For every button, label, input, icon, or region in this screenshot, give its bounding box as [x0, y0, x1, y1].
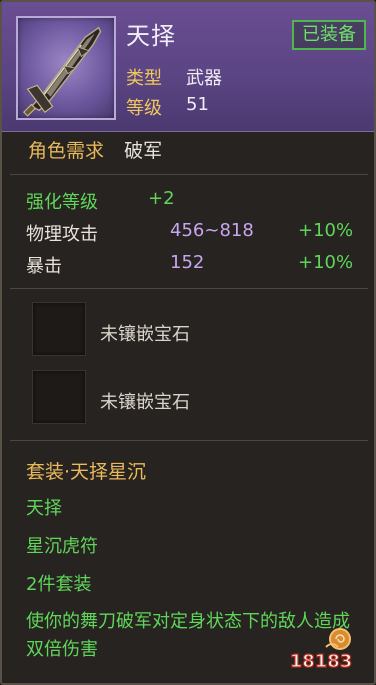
stat-value-physical-attack: 456~818 — [170, 220, 254, 241]
requirement-label: 角色需求 — [28, 140, 105, 162]
gem-socket-label: 未镶嵌宝石 — [100, 392, 190, 413]
stat-bonus-physical-attack: +10% — [298, 220, 354, 241]
stat-value-crit: 152 — [170, 252, 205, 273]
item-header: 天择 已装备 类型 武器 等级 51 — [2, 2, 374, 132]
gem-socket-label: 未镶嵌宝石 — [100, 324, 190, 345]
stat-label-physical-attack: 物理攻击 — [26, 224, 98, 245]
set-bonus-label: 2件套装 — [26, 574, 92, 595]
item-name: 天择 — [126, 22, 176, 50]
divider — [10, 440, 368, 441]
set-piece: 星沉虎符 — [26, 536, 98, 557]
set-title: 套装·天择星沉 — [26, 461, 147, 483]
set-piece: 天择 — [26, 498, 62, 519]
snail-logo-icon: 18183 — [289, 628, 353, 671]
watermark-text: 18183 — [290, 651, 353, 671]
gem-socket-1[interactable] — [32, 302, 86, 356]
stat-bonus-crit: +10% — [298, 252, 354, 273]
divider — [10, 288, 368, 289]
level-value: 51 — [186, 94, 209, 115]
enhance-label: 强化等级 — [26, 192, 98, 213]
requirement-row: 角色需求 破军 — [28, 136, 162, 163]
type-label: 类型 — [126, 68, 162, 89]
stat-label-crit: 暴击 — [26, 256, 62, 277]
divider — [10, 174, 368, 175]
level-label: 等级 — [126, 98, 162, 119]
requirement-value: 破军 — [124, 140, 163, 162]
enhance-value: +2 — [148, 188, 175, 209]
sword-icon — [23, 26, 102, 117]
weapon-icon[interactable] — [16, 16, 116, 120]
type-value: 武器 — [186, 68, 222, 89]
equipped-badge: 已装备 — [292, 20, 366, 50]
gem-socket-2[interactable] — [32, 370, 86, 424]
item-tooltip: 天择 已装备 类型 武器 等级 51 角色需求 破军 强化等级 +2 物理攻击 … — [0, 0, 376, 685]
